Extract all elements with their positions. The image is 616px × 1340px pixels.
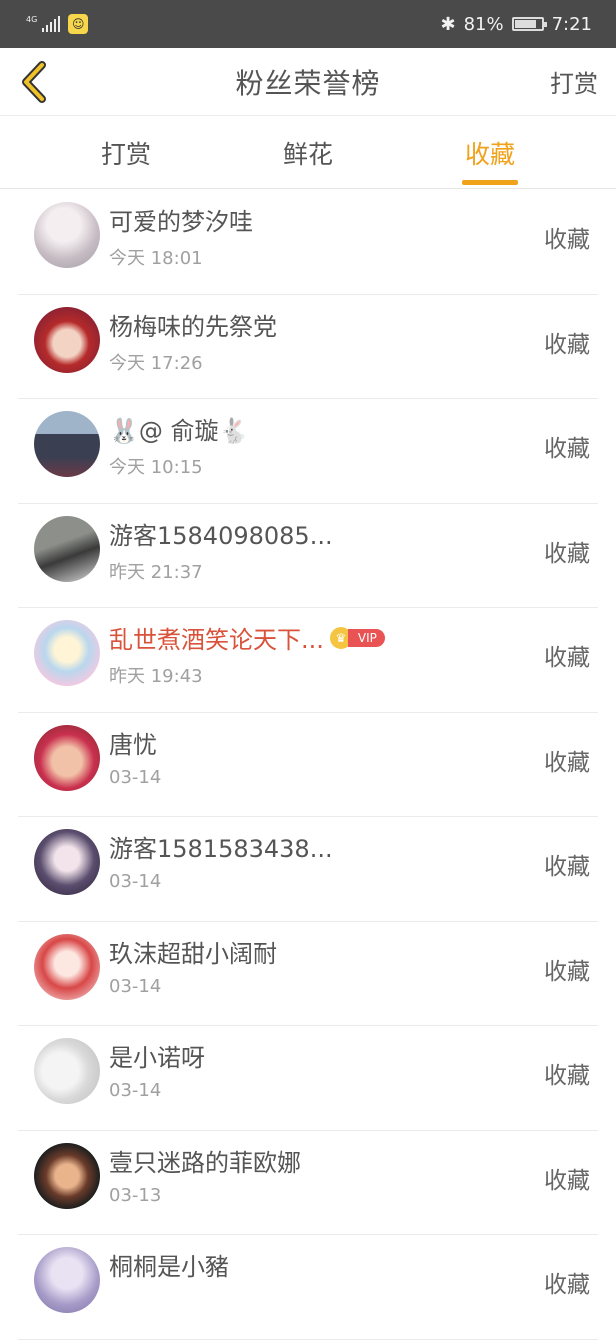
action-label: 收藏	[544, 227, 590, 253]
user-name: 游客1581583438...	[109, 835, 333, 863]
avatar[interactable]	[34, 724, 100, 791]
list-item[interactable]: 桐桐是小豬收藏	[18, 1235, 598, 1340]
tab-bar: 打赏 鲜花 收藏	[0, 117, 616, 189]
user-name: 🐰@ 俞璇🐇	[109, 417, 249, 445]
app-notification-icon: ☺	[68, 14, 89, 34]
user-name: 唐忧	[109, 730, 157, 759]
battery-percent: 81%	[463, 13, 504, 35]
action-label: 收藏	[544, 854, 590, 880]
list-item[interactable]: 是小诺呀 03-14 收藏	[18, 1026, 598, 1131]
user-name: 杨梅味的先祭党	[109, 312, 277, 341]
fan-list: 可爱的梦汐哇 今天 18:01 收藏 杨梅味的先祭党 今天 17:26 收藏 🐰@ 俞璇🐇 今…	[0, 190, 616, 1340]
timestamp: 昨天 19:43	[109, 666, 203, 687]
tab-flowers[interactable]: 鲜花	[280, 117, 336, 189]
action-label: 收藏	[544, 1063, 590, 1089]
action-label: 收藏	[544, 540, 590, 567]
timestamp: 03-13	[109, 1184, 162, 1206]
user-name: 壹只迷路的菲欧娜	[109, 1148, 301, 1177]
battery-icon	[511, 17, 547, 31]
timestamp: 昨天 21:37	[109, 561, 203, 583]
list-item[interactable]: 游客1581583438... 03-14 收藏	[18, 817, 598, 922]
action-label: 收藏	[544, 749, 590, 776]
timestamp: 今天 10:15	[109, 457, 203, 478]
action-label: 收藏	[544, 1272, 590, 1298]
vip-badge: ♛ VIP	[329, 626, 385, 649]
user-name: 可爱的梦汐哇	[109, 208, 253, 236]
list-item[interactable]: 杨梅味的先祭党今天 17:26 收藏	[18, 295, 598, 399]
avatar[interactable]	[34, 1142, 100, 1209]
list-item[interactable]: 🐰@ 俞璇🐇 今天 10:15 收藏	[18, 399, 598, 504]
reward-button[interactable]: 打赏	[550, 64, 598, 99]
tab-favorites[interactable]: 收藏	[462, 117, 518, 189]
status-bar: 4G ☺ ✱ 81% 7:21	[0, 0, 616, 48]
list-item[interactable]: 唐忧 03-14 收藏	[18, 713, 598, 817]
avatar[interactable]	[34, 829, 100, 895]
timestamp: 03-14	[109, 766, 162, 788]
vip-tag: VIP	[347, 628, 385, 647]
chevron-left-icon	[22, 61, 46, 103]
bluetooth-icon: ✱	[440, 13, 456, 35]
timestamp: 今天 18:01	[109, 248, 203, 269]
avatar[interactable]	[34, 515, 100, 582]
action-label: 收藏	[544, 436, 590, 462]
clock: 7:21	[551, 13, 592, 35]
avatar[interactable]	[34, 620, 100, 686]
action-label: 收藏	[544, 1167, 590, 1194]
list-item[interactable]: 可爱的梦汐哇今天 18:01 收藏	[18, 190, 598, 295]
avatar[interactable]	[34, 1038, 100, 1104]
action-label: 收藏	[544, 645, 590, 671]
user-name: 玖沫超甜小阔耐	[109, 939, 277, 968]
list-item[interactable]: 壹只迷路的菲欧娜 03-13 收藏	[18, 1131, 598, 1235]
user-name: 是小诺呀	[109, 1044, 205, 1072]
user-name: 游客1584098085...	[109, 521, 333, 550]
avatar[interactable]	[34, 306, 100, 373]
list-item[interactable]: 游客1584098085... 昨天 21:37 收藏	[18, 504, 598, 608]
action-label: 收藏	[544, 331, 590, 358]
page-title: 粉丝荣誉榜	[235, 66, 381, 100]
avatar[interactable]	[34, 202, 100, 268]
user-name: 桐桐是小豬	[109, 1253, 229, 1281]
timestamp: 03-14	[109, 975, 162, 997]
timestamp: 03-14	[109, 1080, 162, 1101]
avatar[interactable]	[34, 1247, 100, 1313]
back-button[interactable]	[14, 58, 54, 106]
top-nav-bar: 粉丝荣誉榜 打赏	[0, 48, 616, 116]
avatar[interactable]	[34, 411, 100, 477]
list-item[interactable]: 玖沫超甜小阔耐 03-14 收藏	[18, 922, 598, 1026]
list-item[interactable]: 乱世煮酒笑论天下... ♛ VIP 昨天 19:43 收藏	[18, 608, 598, 713]
timestamp: 03-14	[109, 871, 162, 892]
timestamp: 今天 17:26	[109, 352, 203, 374]
tab-reward[interactable]: 打赏	[98, 117, 154, 189]
signal-icon: 4G	[26, 16, 61, 32]
avatar[interactable]	[34, 933, 100, 1000]
user-name: 乱世煮酒笑论天下... ♛ VIP	[109, 620, 385, 655]
action-label: 收藏	[544, 958, 590, 985]
